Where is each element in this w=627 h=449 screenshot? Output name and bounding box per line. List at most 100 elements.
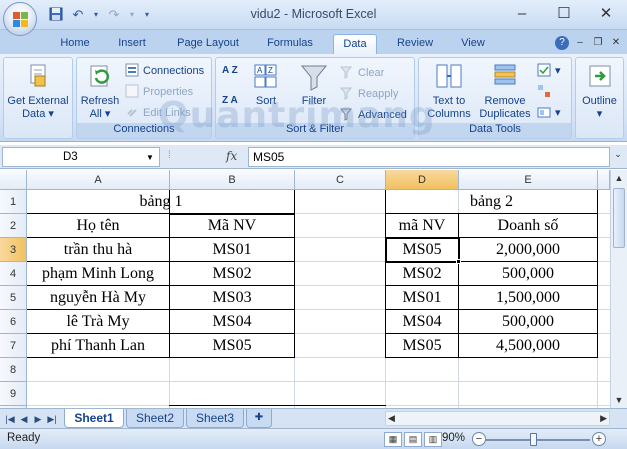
row-header-2[interactable]: 2 (0, 214, 27, 238)
consolidate-button[interactable] (537, 84, 555, 100)
doc-minimize-button[interactable]: – (573, 36, 587, 50)
what-if-analysis-button[interactable]: ▾ (537, 105, 561, 121)
doc-close-button[interactable]: ✕ (609, 36, 623, 50)
worksheet-grid[interactable]: A B C D E 1 2 3 4 5 6 7 8 9 10 bảng 1 (0, 170, 610, 408)
doc-restore-button[interactable]: ❐ (591, 36, 605, 50)
table2-cell-code[interactable]: MS05 (386, 334, 458, 358)
page-layout-view-icon[interactable]: ▤ (404, 432, 422, 447)
zoom-in-icon[interactable]: + (592, 432, 606, 446)
table2-cell-sales[interactable]: 2,000,000 (459, 238, 597, 262)
table2-header-code[interactable]: mã NV (386, 214, 458, 238)
scroll-down-icon[interactable]: ▼ (611, 392, 627, 408)
zoom-slider-thumb[interactable] (530, 433, 537, 446)
insert-sheet-icon[interactable]: ✚ (246, 409, 272, 428)
table1-header-name[interactable]: Họ tên (27, 214, 169, 238)
refresh-all-button[interactable]: Refresh All ▾ (79, 62, 121, 121)
tab-insert[interactable]: Insert (108, 34, 156, 54)
table1-cell-code[interactable]: MS01 (170, 238, 294, 262)
column-header-e[interactable]: E (459, 170, 598, 190)
next-sheet-icon[interactable]: ▶ (32, 412, 44, 426)
table2-header-sales[interactable]: Doanh số (459, 214, 597, 238)
row-header-3[interactable]: 3 (0, 238, 27, 262)
zoom-level[interactable]: 90% (442, 432, 465, 444)
office-button[interactable] (3, 2, 37, 36)
sheet-tab-sheet1[interactable]: Sheet1 (64, 409, 124, 428)
help-icon[interactable]: ? (555, 36, 569, 50)
table1-cell-code[interactable]: MS02 (170, 262, 294, 286)
page-break-view-icon[interactable]: ▥ (424, 432, 442, 447)
window-controls: – ☐ ✕ (501, 0, 627, 28)
tab-formulas[interactable]: Formulas (258, 34, 322, 54)
row-header-6[interactable]: 6 (0, 310, 27, 334)
sheet-tab-sheet2[interactable]: Sheet2 (126, 409, 184, 428)
zoom-out-icon[interactable]: − (472, 432, 486, 446)
name-box-dropdown-icon[interactable]: ▼ (146, 153, 154, 162)
table2-cell-sales[interactable]: 500,000 (459, 310, 597, 334)
insert-function-icon[interactable]: fx (226, 149, 237, 163)
last-sheet-icon[interactable]: ▶| (46, 412, 58, 426)
expand-formula-bar-icon[interactable]: ⌄ (611, 149, 625, 165)
table2-cell-sales[interactable]: 4,500,000 (459, 334, 597, 358)
connections-button[interactable]: Connections (125, 63, 204, 79)
table2-title[interactable]: bảng 2 (386, 190, 597, 214)
splitter-dots-icon[interactable]: ⁞ (168, 150, 171, 161)
formula-input[interactable]: MS05 (248, 147, 610, 167)
vertical-scrollbar[interactable]: ▲ ▼ (610, 170, 627, 408)
zoom-slider-track[interactable] (485, 439, 590, 441)
data-validation-button[interactable]: ▾ (537, 63, 561, 79)
row-header-1[interactable]: 1 (0, 190, 27, 214)
table1-cell-code[interactable]: MS03 (170, 286, 294, 310)
table2-cell-sales[interactable]: 500,000 (459, 262, 597, 286)
vertical-scroll-thumb[interactable] (613, 188, 625, 248)
get-external-data-button[interactable]: Get External Data ▾ (4, 62, 72, 121)
row-header-8[interactable]: 8 (0, 358, 27, 382)
active-cell-selection[interactable] (385, 237, 460, 263)
sort-a-to-z-button[interactable]: A Z (222, 66, 242, 82)
scroll-up-icon[interactable]: ▲ (611, 170, 627, 186)
tab-view[interactable]: View (452, 34, 494, 54)
tab-home[interactable]: Home (52, 34, 98, 54)
row-header-7[interactable]: 7 (0, 334, 27, 358)
normal-view-icon[interactable]: ▦ (384, 432, 402, 447)
scroll-right-icon[interactable]: ▶ (600, 412, 607, 425)
table1-cell-name[interactable]: nguyễn Hà My (27, 286, 169, 310)
table2-cell-sales[interactable]: 1,500,000 (459, 286, 597, 310)
tab-page-layout[interactable]: Page Layout (168, 34, 248, 54)
row-header-9[interactable]: 9 (0, 382, 27, 406)
name-box[interactable]: D3 (2, 147, 160, 167)
sheet-tab-sheet3[interactable]: Sheet3 (186, 409, 244, 428)
close-button[interactable]: ✕ (585, 0, 627, 28)
table1-cell-name[interactable]: phí Thanh Lan (27, 334, 169, 358)
fill-handle[interactable] (456, 259, 461, 264)
table1-title[interactable]: bảng 1 (27, 190, 295, 214)
clear-button[interactable]: Clear (339, 65, 384, 81)
tab-review[interactable]: Review (388, 34, 442, 54)
column-header-f[interactable] (598, 170, 610, 190)
horizontal-scrollbar[interactable]: ◀ ▶ (385, 411, 610, 426)
row-header-5[interactable]: 5 (0, 286, 27, 310)
table1-cell-name[interactable]: lê Trà My (27, 310, 169, 334)
table1-header-code[interactable]: Mã NV (170, 214, 294, 238)
table2-cell-code[interactable]: MS04 (386, 310, 458, 334)
maximize-button[interactable]: ☐ (543, 0, 585, 28)
column-header-c[interactable]: C (295, 170, 386, 190)
outline-button[interactable]: Outline ▾ (576, 62, 623, 121)
tab-data[interactable]: Data (333, 34, 377, 54)
remove-duplicates-button[interactable]: Remove Duplicates (477, 62, 533, 121)
table1-cell-code[interactable]: MS05 (170, 334, 294, 358)
column-header-a[interactable]: A (27, 170, 170, 190)
table1-cell-name[interactable]: trần thu hà (27, 238, 169, 262)
column-header-b[interactable]: B (170, 170, 295, 190)
column-header-d[interactable]: D (386, 170, 459, 190)
row-header-4[interactable]: 4 (0, 262, 27, 286)
prev-sheet-icon[interactable]: ◀ (18, 412, 30, 426)
scroll-left-icon[interactable]: ◀ (388, 412, 395, 425)
select-all-corner[interactable] (0, 170, 27, 190)
table2-cell-code[interactable]: MS01 (386, 286, 458, 310)
connections-icon (125, 63, 139, 77)
table1-cell-code[interactable]: MS04 (170, 310, 294, 334)
table2-cell-code[interactable]: MS02 (386, 262, 458, 286)
table1-cell-name[interactable]: phạm Minh Long (27, 262, 169, 286)
first-sheet-icon[interactable]: |◀ (4, 412, 16, 426)
minimize-button[interactable]: – (501, 0, 543, 28)
